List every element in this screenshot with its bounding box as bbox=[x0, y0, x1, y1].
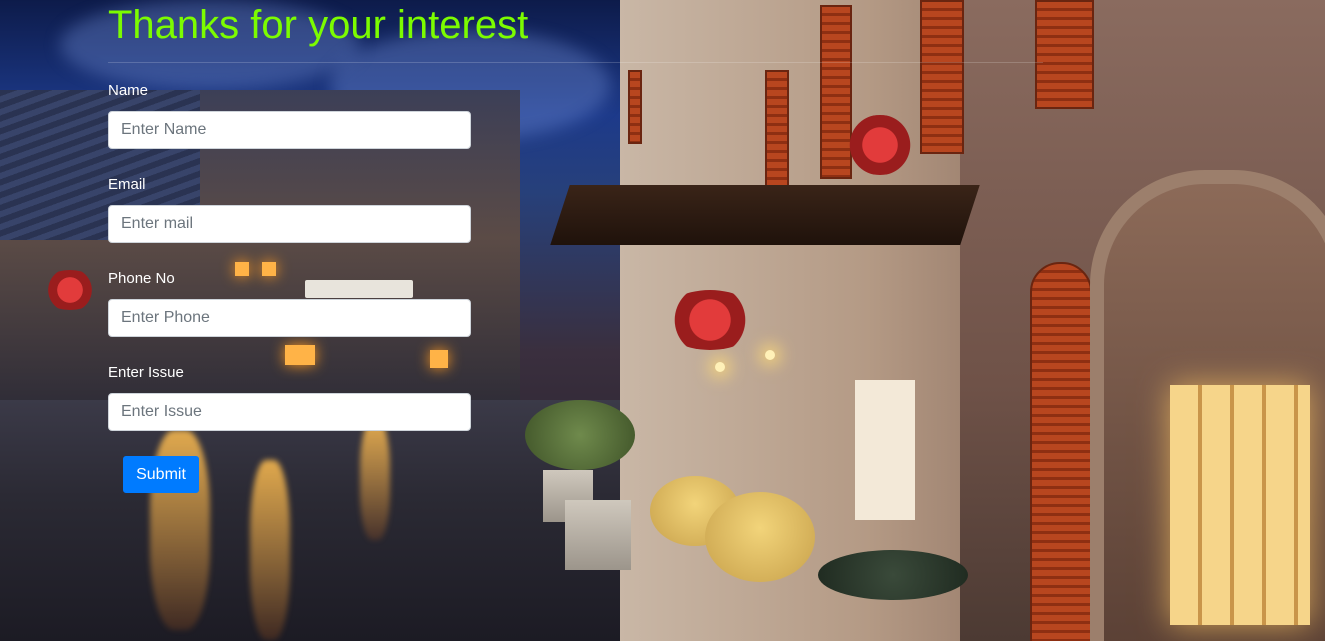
window-shutter bbox=[765, 70, 789, 194]
street-lamp bbox=[765, 350, 775, 360]
light-reflection bbox=[360, 420, 390, 540]
flower-basket bbox=[660, 290, 760, 350]
phone-label: Phone No bbox=[108, 270, 175, 287]
phone-input[interactable] bbox=[108, 299, 471, 337]
cafe-door bbox=[855, 380, 915, 520]
window-shutter bbox=[628, 70, 642, 144]
cafe-table bbox=[818, 550, 968, 600]
name-label: Name bbox=[108, 82, 149, 99]
lit-window bbox=[235, 262, 249, 276]
lit-window bbox=[262, 262, 276, 276]
bush bbox=[525, 400, 635, 470]
glowing-window bbox=[1170, 385, 1310, 625]
cafe-table bbox=[705, 492, 815, 582]
flower-box bbox=[840, 115, 920, 175]
light-reflection bbox=[250, 460, 290, 640]
issue-input[interactable] bbox=[108, 393, 471, 431]
issue-label: Enter Issue bbox=[108, 364, 184, 381]
flower-box bbox=[40, 270, 100, 310]
lit-window bbox=[285, 345, 315, 365]
window-shutter bbox=[1030, 262, 1092, 641]
email-label: Email bbox=[108, 176, 146, 193]
title-divider bbox=[108, 62, 1043, 63]
page-title: Thanks for your interest bbox=[108, 3, 529, 47]
lit-window bbox=[430, 350, 448, 368]
window-shutter bbox=[1035, 0, 1094, 109]
street-lamp bbox=[715, 362, 725, 372]
planter bbox=[565, 500, 631, 570]
submit-button[interactable]: Submit bbox=[123, 456, 199, 493]
contact-form-container: Thanks for your interest Name Email Phon… bbox=[108, 0, 1043, 493]
street-sign bbox=[305, 280, 413, 298]
email-input[interactable] bbox=[108, 205, 471, 243]
name-input[interactable] bbox=[108, 111, 471, 149]
cafe-awning bbox=[550, 185, 980, 245]
